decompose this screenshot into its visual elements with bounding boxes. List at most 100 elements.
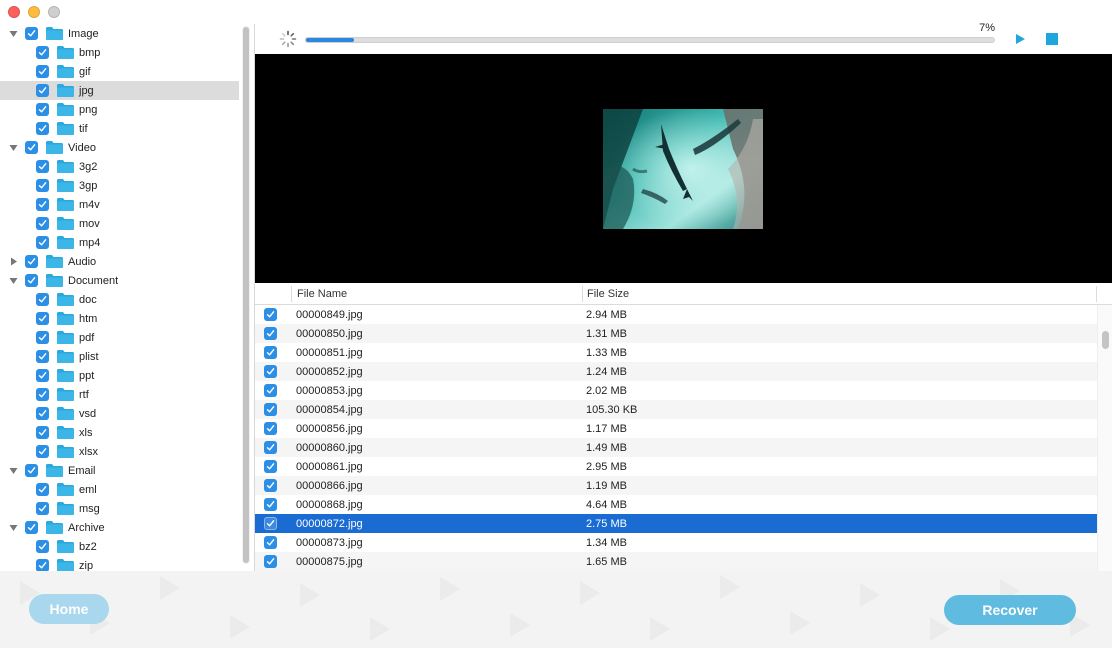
checkbox[interactable] <box>36 84 49 97</box>
checkbox[interactable] <box>25 27 38 40</box>
table-row[interactable]: 00000860.jpg 1.49 MB <box>255 438 1097 457</box>
checkbox[interactable] <box>36 445 49 458</box>
tree-category-archive[interactable]: Archive <box>0 518 239 537</box>
table-row[interactable]: 00000853.jpg 2.02 MB <box>255 381 1097 400</box>
tree-category-email[interactable]: Email <box>0 461 239 480</box>
table-row[interactable]: 00000875.jpg 1.65 MB <box>255 552 1097 571</box>
checkbox[interactable] <box>36 217 49 230</box>
tree-item-xlsx[interactable]: xlsx <box>0 442 239 461</box>
tree-category-audio[interactable]: Audio <box>0 252 239 271</box>
table-row[interactable]: 00000856.jpg 1.17 MB <box>255 419 1097 438</box>
checkbox[interactable] <box>36 236 49 249</box>
minimize-window-button[interactable] <box>28 6 40 18</box>
play-icon[interactable] <box>1013 32 1027 46</box>
row-checkbox[interactable] <box>264 479 277 492</box>
stop-icon[interactable] <box>1046 33 1058 45</box>
disclosure-expanded-icon[interactable] <box>8 465 19 476</box>
disclosure-expanded-icon[interactable] <box>8 275 19 286</box>
disclosure-expanded-icon[interactable] <box>8 28 19 39</box>
checkbox[interactable] <box>25 255 38 268</box>
row-checkbox[interactable] <box>264 384 277 397</box>
tree-item-3g2[interactable]: 3g2 <box>0 157 239 176</box>
checkbox[interactable] <box>36 122 49 135</box>
checkbox[interactable] <box>36 160 49 173</box>
column-header-file-name[interactable]: File Name <box>292 283 582 305</box>
table-scroll-thumb[interactable] <box>1102 331 1109 349</box>
row-checkbox[interactable] <box>264 346 277 359</box>
table-row[interactable]: 00000850.jpg 1.31 MB <box>255 324 1097 343</box>
table-row[interactable]: 00000866.jpg 1.19 MB <box>255 476 1097 495</box>
tree-item-png[interactable]: png <box>0 100 239 119</box>
checkbox[interactable] <box>36 369 49 382</box>
row-checkbox[interactable] <box>264 460 277 473</box>
tree-item-plist[interactable]: plist <box>0 347 239 366</box>
table-scrollbar[interactable] <box>1097 305 1112 571</box>
row-checkbox[interactable] <box>264 403 277 416</box>
tree-item-bmp[interactable]: bmp <box>0 43 239 62</box>
row-checkbox[interactable] <box>264 422 277 435</box>
row-checkbox[interactable] <box>264 308 277 321</box>
table-row[interactable]: 00000854.jpg 105.30 KB <box>255 400 1097 419</box>
tree-item-pdf[interactable]: pdf <box>0 328 239 347</box>
checkbox[interactable] <box>36 46 49 59</box>
checkbox[interactable] <box>25 521 38 534</box>
tree-category-video[interactable]: Video <box>0 138 239 157</box>
column-header-file-size[interactable]: File Size <box>582 283 1092 305</box>
tree-item-eml[interactable]: eml <box>0 480 239 499</box>
table-row[interactable]: 00000861.jpg 2.95 MB <box>255 457 1097 476</box>
tree-item-bz2[interactable]: bz2 <box>0 537 239 556</box>
checkbox[interactable] <box>25 464 38 477</box>
tree-item-mov[interactable]: mov <box>0 214 239 233</box>
table-row[interactable]: 00000849.jpg 2.94 MB <box>255 305 1097 324</box>
row-checkbox[interactable] <box>264 536 277 549</box>
checkbox[interactable] <box>36 312 49 325</box>
home-button[interactable]: Home <box>29 594 109 624</box>
row-checkbox[interactable] <box>264 498 277 511</box>
table-row[interactable]: 00000872.jpg 2.75 MB <box>255 514 1097 533</box>
checkbox[interactable] <box>25 141 38 154</box>
row-checkbox[interactable] <box>264 517 277 530</box>
tree-category-image[interactable]: Image <box>0 24 239 43</box>
tree-item-htm[interactable]: htm <box>0 309 239 328</box>
recover-button[interactable]: Recover <box>944 595 1076 625</box>
row-checkbox[interactable] <box>264 327 277 340</box>
row-checkbox[interactable] <box>264 441 277 454</box>
checkbox[interactable] <box>36 502 49 515</box>
tree-item-3gp[interactable]: 3gp <box>0 176 239 195</box>
row-checkbox[interactable] <box>264 555 277 568</box>
checkbox[interactable] <box>36 350 49 363</box>
checkbox[interactable] <box>36 559 49 571</box>
zoom-window-button[interactable] <box>48 6 60 18</box>
table-row[interactable]: 00000868.jpg 4.64 MB <box>255 495 1097 514</box>
checkbox[interactable] <box>36 540 49 553</box>
checkbox[interactable] <box>25 274 38 287</box>
tree-item-gif[interactable]: gif <box>0 62 239 81</box>
checkbox[interactable] <box>36 65 49 78</box>
checkbox[interactable] <box>36 388 49 401</box>
checkbox[interactable] <box>36 293 49 306</box>
row-checkbox[interactable] <box>264 365 277 378</box>
sidebar-scroll-thumb[interactable] <box>243 27 249 563</box>
disclosure-collapsed-icon[interactable] <box>8 256 19 267</box>
tree-item-m4v[interactable]: m4v <box>0 195 239 214</box>
tree-item-zip[interactable]: zip <box>0 556 239 571</box>
disclosure-expanded-icon[interactable] <box>8 522 19 533</box>
tree-item-doc[interactable]: doc <box>0 290 239 309</box>
tree-item-vsd[interactable]: vsd <box>0 404 239 423</box>
checkbox[interactable] <box>36 483 49 496</box>
tree-item-ppt[interactable]: ppt <box>0 366 239 385</box>
close-window-button[interactable] <box>8 6 20 18</box>
checkbox[interactable] <box>36 331 49 344</box>
checkbox[interactable] <box>36 198 49 211</box>
checkbox[interactable] <box>36 103 49 116</box>
tree-item-jpg[interactable]: jpg <box>0 81 239 100</box>
table-row[interactable]: 00000852.jpg 1.24 MB <box>255 362 1097 381</box>
table-row[interactable]: 00000873.jpg 1.34 MB <box>255 533 1097 552</box>
tree-item-xls[interactable]: xls <box>0 423 239 442</box>
disclosure-expanded-icon[interactable] <box>8 142 19 153</box>
tree-item-mp4[interactable]: mp4 <box>0 233 239 252</box>
checkbox[interactable] <box>36 407 49 420</box>
tree-category-document[interactable]: Document <box>0 271 239 290</box>
table-row[interactable]: 00000851.jpg 1.33 MB <box>255 343 1097 362</box>
tree-item-msg[interactable]: msg <box>0 499 239 518</box>
